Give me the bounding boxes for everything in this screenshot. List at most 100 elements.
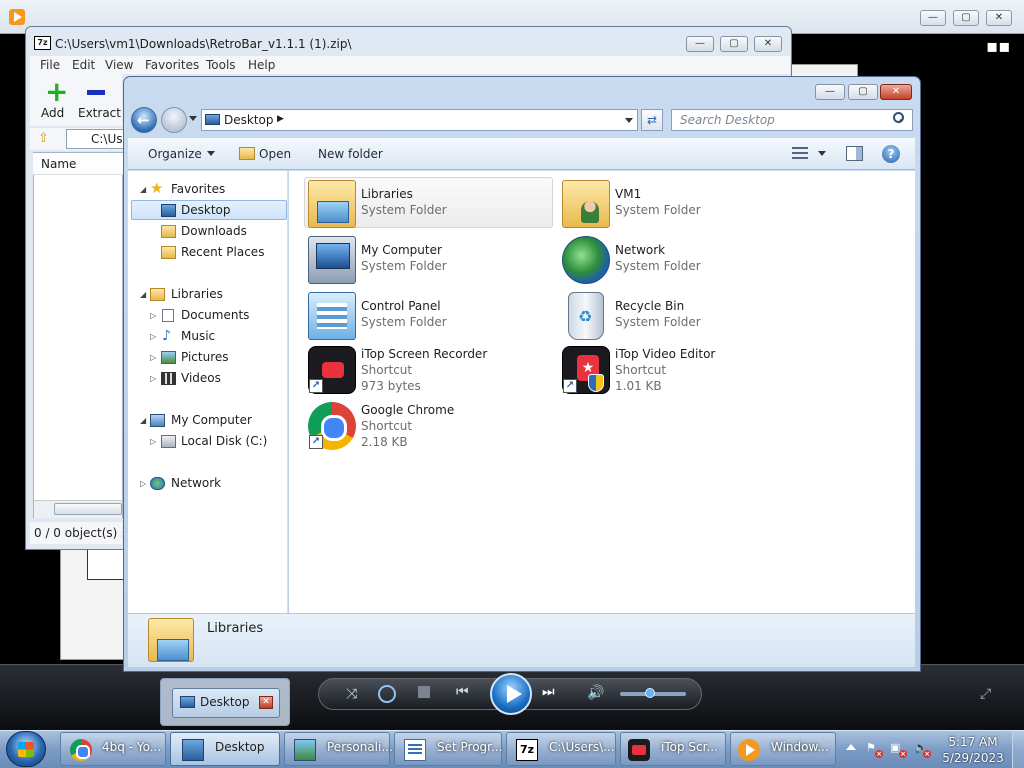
back-button[interactable] [131,107,157,133]
mute-icon[interactable]: 🔊 [587,685,604,701]
start-button[interactable] [6,731,46,767]
up-folder-icon[interactable]: ⇧ [38,131,49,146]
open-folder-icon[interactable] [239,147,255,160]
media-player-close-button[interactable]: ✕ [986,10,1012,26]
view-options-dropdown-icon[interactable] [818,151,826,156]
taskbar-label: Personali... [327,740,393,754]
search-icon[interactable] [893,112,904,123]
music-icon: ♪ [162,328,171,344]
organize-button[interactable]: Organize [148,147,215,161]
network-status-icon[interactable]: ▣ × [890,741,907,758]
tile-size: 973 bytes [361,379,421,393]
collapse-my-computer-icon[interactable]: ◢ [140,416,146,425]
nav-downloads[interactable]: Downloads [181,221,247,241]
open-button[interactable]: Open [259,147,291,161]
breadcrumb-arrow-icon[interactable]: ▶ [277,114,284,124]
zip-menu-view[interactable]: View [105,58,133,72]
tile-name[interactable]: My Computer [361,243,442,257]
action-center-flag-icon[interactable]: ⚑ × [866,741,883,758]
stop-icon[interactable] [418,686,430,698]
expand-pictures-icon[interactable]: ▷ [150,353,156,362]
zip-menu-help[interactable]: Help [248,58,275,72]
zip-menu-edit[interactable]: Edit [72,58,95,72]
help-icon[interactable]: ? [882,145,900,163]
zip-add-button[interactable]: Add [41,106,64,120]
tile-name[interactable]: Control Panel [361,299,441,313]
collapse-libraries-icon[interactable]: ◢ [140,290,146,299]
nav-local-disk[interactable]: Local Disk (C:) [181,431,267,451]
expand-music-icon[interactable]: ▷ [150,332,156,341]
play-button[interactable] [490,673,532,715]
address-history-dropdown-icon[interactable] [625,118,633,123]
next-icon[interactable]: ⏭ [542,684,555,700]
search-input[interactable]: Search Desktop [671,109,913,131]
nav-videos[interactable]: Videos [181,368,221,388]
tile-name[interactable]: Google Chrome [361,403,454,417]
tile-name[interactable]: Libraries [361,187,413,201]
explorer-close-button[interactable]: ✕ [880,84,912,100]
show-desktop-button[interactable] [1012,731,1024,768]
preview-pane-icon[interactable] [846,146,863,161]
tile-name[interactable]: Network [615,243,665,257]
show-hidden-icons-arrow-icon[interactable] [846,744,856,750]
extract-icon[interactable] [87,90,105,95]
repeat-icon[interactable] [378,685,396,703]
collapse-favorites-icon[interactable]: ◢ [140,185,146,194]
tile-name[interactable]: iTop Video Editor [615,347,715,361]
personalization-icon [294,739,316,761]
zip-extract-button[interactable]: Extract [78,106,121,120]
fullscreen-icon[interactable]: ⤢ [980,686,991,702]
zip-scrollbar-thumb[interactable] [54,503,122,515]
add-icon[interactable]: + [45,78,68,106]
nav-libraries[interactable]: Libraries [171,284,223,304]
refresh-button[interactable]: ⇄ [641,109,663,131]
volume-icon[interactable]: 🔈 × [914,741,931,758]
zip-menu-tools[interactable]: Tools [206,58,236,72]
explorer-maximize-button[interactable]: ▢ [848,84,878,100]
nav-documents[interactable]: Documents [181,305,249,325]
forward-button[interactable] [161,107,187,133]
zip-menu-favorites[interactable]: Favorites [145,58,199,72]
zip-path-field[interactable]: C:\User [66,129,126,149]
shuffle-icon[interactable]: ⤨ [346,686,357,702]
thumbnail-close-button[interactable]: ✕ [259,696,273,709]
expand-documents-icon[interactable]: ▷ [150,311,156,320]
nav-recent-places[interactable]: Recent Places [181,242,264,262]
nav-my-computer[interactable]: My Computer [171,410,252,430]
tile-name[interactable]: VM1 [615,187,641,201]
zip-menu-file[interactable]: File [40,58,60,72]
expand-videos-icon[interactable]: ▷ [150,374,156,383]
zip-minimize-button[interactable]: — [686,36,714,52]
network-globe-icon[interactable] [562,236,610,284]
media-player-maximize-button[interactable]: ▢ [953,10,979,26]
user-folder-icon[interactable] [562,180,610,228]
media-player-minimize-button[interactable]: — [920,10,946,26]
nav-desktop[interactable]: Desktop [181,200,231,220]
nav-favorites[interactable]: Favorites [171,179,225,199]
libraries-folder-icon[interactable] [308,180,356,228]
expand-local-disk-icon[interactable]: ▷ [150,437,156,446]
control-panel-icon[interactable] [308,292,356,340]
computer-icon[interactable] [308,236,356,284]
new-folder-button[interactable]: New folder [318,147,383,161]
previous-icon[interactable]: ⏮ [456,684,469,700]
tile-name[interactable]: iTop Screen Recorder [361,347,487,361]
zip-column-name[interactable]: Name [33,153,123,175]
switch-view-icon[interactable]: ▪▪ [986,36,1010,57]
zip-status-bar: 0 / 0 object(s) se [30,522,122,544]
nav-music[interactable]: Music [181,326,215,346]
system-clock[interactable]: 5:17 AM 5/29/2023 [940,734,1006,766]
zip-close-button[interactable]: ✕ [754,36,782,52]
nav-pictures[interactable]: Pictures [181,347,229,367]
explorer-minimize-button[interactable]: — [815,84,845,100]
address-breadcrumb-desktop[interactable]: Desktop [224,113,274,127]
tile-name[interactable]: Recycle Bin [615,299,684,313]
expand-network-icon[interactable]: ▷ [140,479,146,488]
volume-slider-thumb[interactable] [644,688,655,698]
recycle-bin-icon[interactable] [568,292,604,340]
nav-network[interactable]: Network [171,473,221,493]
zip-maximize-button[interactable]: ▢ [720,36,748,52]
change-view-icon[interactable] [792,146,808,160]
zip-file-list[interactable] [33,152,123,518]
recent-pages-dropdown-icon[interactable] [189,116,197,121]
